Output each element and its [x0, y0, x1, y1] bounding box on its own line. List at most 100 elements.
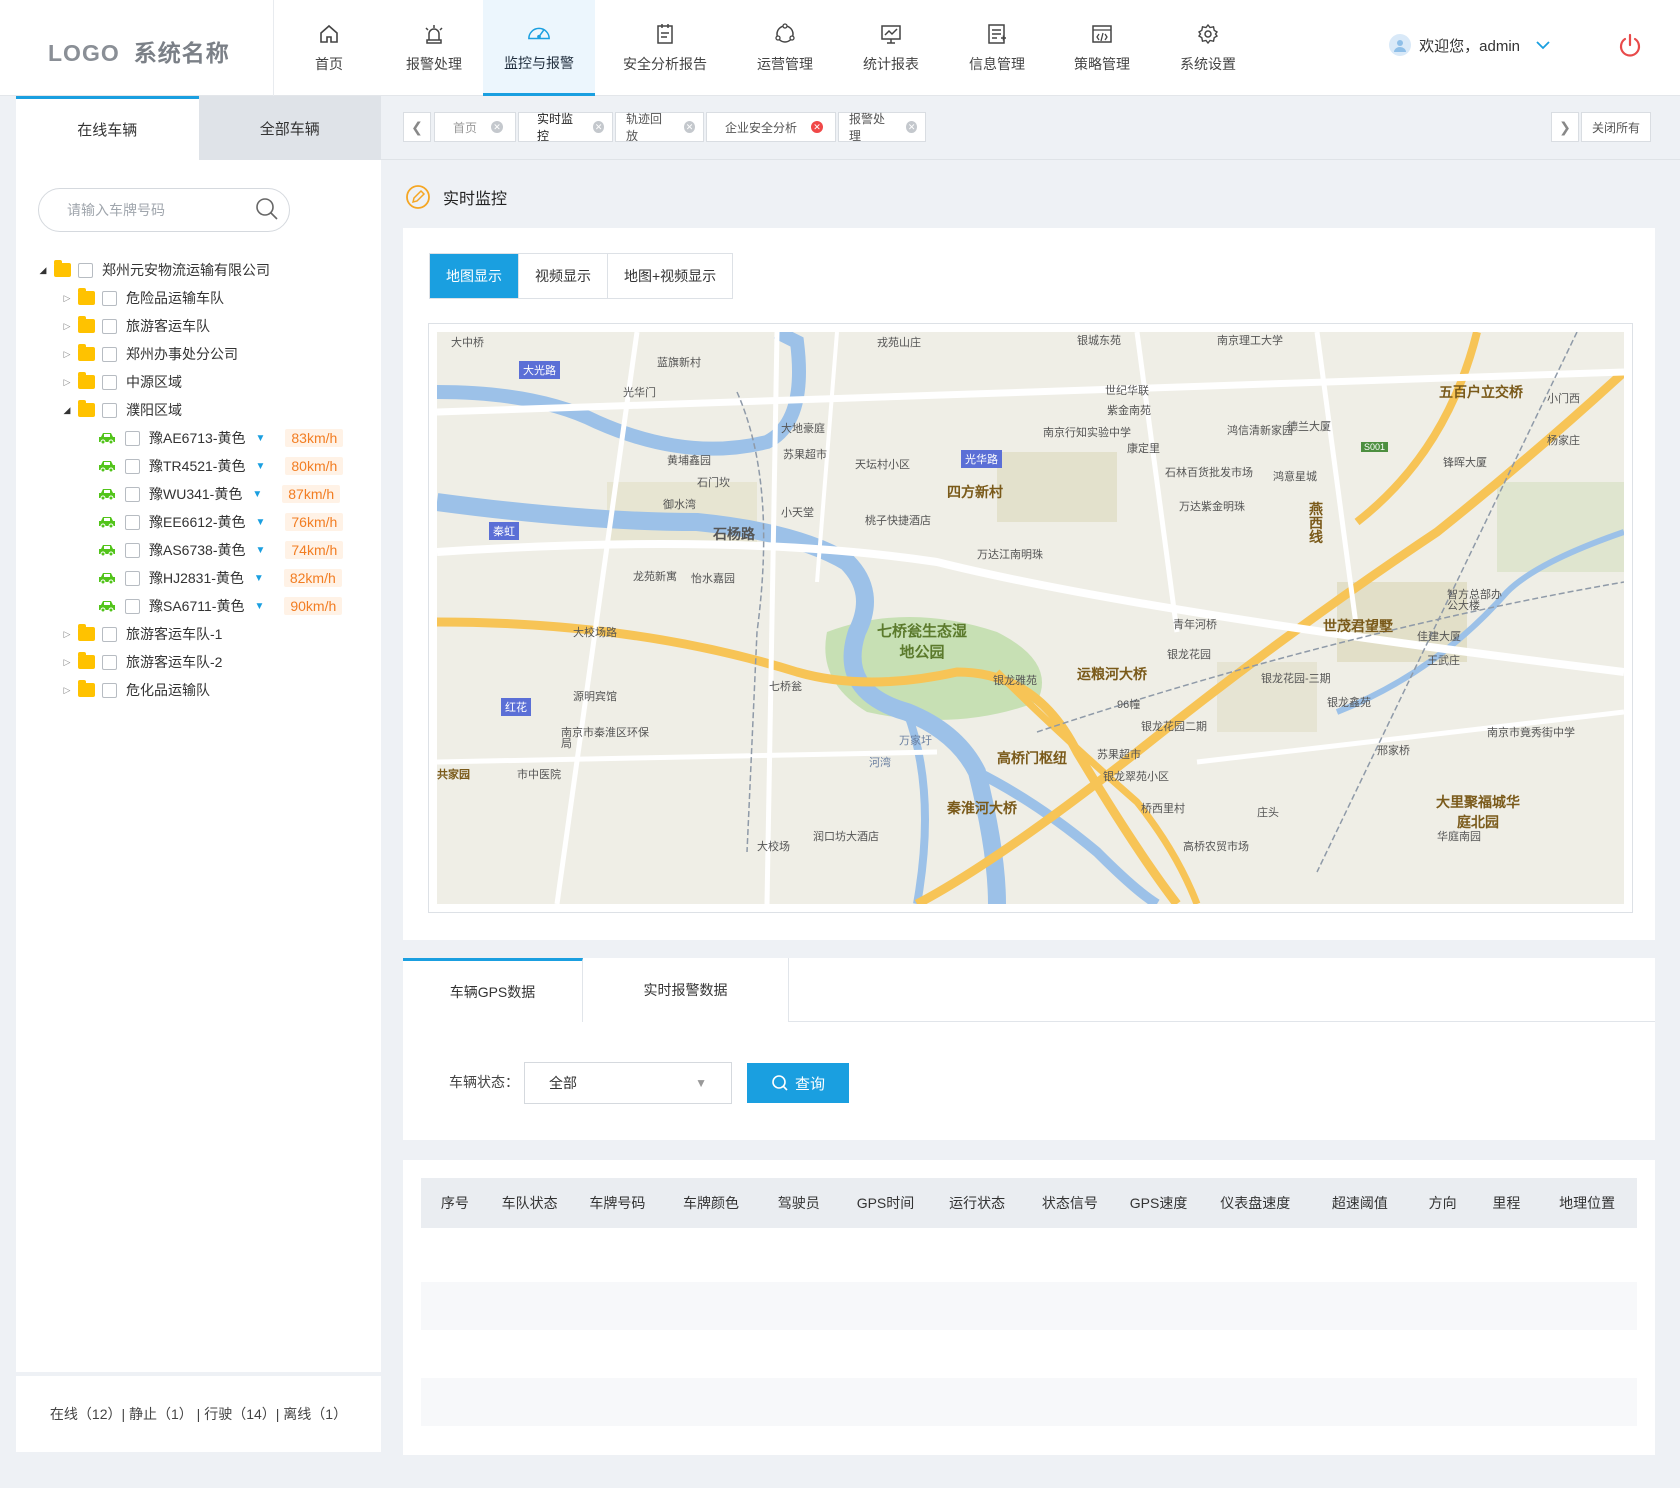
- column-header[interactable]: 超速阈值: [1310, 1193, 1410, 1213]
- column-header[interactable]: 仪表盘速度: [1200, 1193, 1310, 1213]
- column-header[interactable]: 驾驶员: [758, 1193, 840, 1213]
- nav-safety-report[interactable]: 安全分析报告: [595, 0, 735, 96]
- tree-checkbox[interactable]: [102, 374, 117, 390]
- column-header[interactable]: 里程: [1476, 1193, 1538, 1213]
- caret-down-icon[interactable]: ▼: [255, 545, 265, 556]
- page-tab-realtime[interactable]: 实时监控 ✕: [518, 112, 613, 143]
- caret-down-icon[interactable]: ▼: [255, 461, 265, 472]
- tree-checkbox[interactable]: [102, 290, 117, 306]
- caret-right-icon[interactable]: ▷: [60, 657, 74, 668]
- close-icon[interactable]: ✕: [684, 121, 695, 133]
- page-tab-alarm[interactable]: 报警处理 ✕: [838, 112, 926, 143]
- tree-checkbox[interactable]: [125, 486, 140, 502]
- vehicle-item[interactable]: 豫TR4521-黄色 ▼ 80km/h: [36, 452, 366, 480]
- power-icon[interactable]: [1616, 32, 1644, 60]
- tree-node[interactable]: ▷ 旅游客运车队-1: [36, 620, 366, 648]
- column-header[interactable]: 方向: [1410, 1193, 1476, 1213]
- tab-online-vehicles[interactable]: 在线车辆: [16, 96, 199, 160]
- caret-right-icon[interactable]: ▷: [60, 685, 74, 696]
- caret-down-icon[interactable]: ▼: [255, 433, 265, 444]
- tree-checkbox[interactable]: [102, 654, 117, 670]
- column-header[interactable]: 车牌号码: [571, 1193, 665, 1213]
- nav-info[interactable]: 信息管理: [947, 0, 1047, 96]
- close-all-button[interactable]: 关闭所有: [1581, 112, 1651, 142]
- column-header[interactable]: 运行状态: [931, 1193, 1023, 1213]
- tree-root[interactable]: ◢ 郑州元安物流运输有限公司: [36, 256, 366, 284]
- tree-checkbox[interactable]: [102, 402, 117, 418]
- tree-checkbox[interactable]: [125, 598, 140, 614]
- column-header[interactable]: 车队状态: [489, 1193, 571, 1213]
- tree-node[interactable]: ▷ 危化品运输队: [36, 676, 366, 704]
- column-header[interactable]: GPS速度: [1117, 1193, 1201, 1213]
- page-tab-safety[interactable]: 企业安全分析 ✕: [706, 112, 836, 142]
- caret-down-icon[interactable]: ▼: [255, 517, 265, 528]
- tree-checkbox[interactable]: [78, 262, 93, 278]
- tree-checkbox[interactable]: [102, 318, 117, 334]
- tree-checkbox[interactable]: [125, 570, 140, 586]
- table-row[interactable]: [421, 1282, 1637, 1330]
- brand-logo[interactable]: LOGO 系统名称: [48, 34, 230, 68]
- tree-node[interactable]: ▷ 郑州办事处分公司: [36, 340, 366, 368]
- caret-right-icon[interactable]: ▷: [60, 629, 74, 640]
- tabs-prev-button[interactable]: ❮: [403, 112, 431, 142]
- query-button[interactable]: 查询: [747, 1063, 849, 1103]
- caret-right-icon[interactable]: ▷: [60, 293, 74, 304]
- caret-down-icon[interactable]: ◢: [36, 265, 50, 276]
- vehicle-item[interactable]: 豫SA6711-黄色 ▼ 90km/h: [36, 592, 366, 620]
- tree-checkbox[interactable]: [125, 430, 140, 446]
- tree-checkbox[interactable]: [102, 626, 117, 642]
- vehicle-status-select[interactable]: 全部 ▼: [524, 1062, 732, 1104]
- vehicle-item[interactable]: 豫AS6738-黄色 ▼ 74km/h: [36, 536, 366, 564]
- page-tab-track[interactable]: 轨迹回放 ✕: [615, 112, 704, 143]
- map-canvas[interactable]: 大中桥 光华门 戎苑山庄 银城东苑 南京理工大学 五百户立交桥 小门西 大光路 …: [437, 332, 1624, 904]
- nav-home[interactable]: 首页: [273, 0, 385, 96]
- vehicle-item[interactable]: 豫EE6612-黄色 ▼ 76km/h: [36, 508, 366, 536]
- tree-node[interactable]: ◢ 濮阳区域: [36, 396, 366, 424]
- nav-alarm[interactable]: 报警处理: [385, 0, 483, 96]
- close-icon[interactable]: ✕: [811, 121, 824, 133]
- tree-checkbox[interactable]: [125, 514, 140, 530]
- close-icon[interactable]: ✕: [906, 121, 917, 133]
- vehicle-item[interactable]: 豫WU341-黄色 ▼ 87km/h: [36, 480, 366, 508]
- column-header[interactable]: GPS时间: [840, 1193, 932, 1213]
- close-icon[interactable]: ✕: [491, 121, 504, 133]
- caret-right-icon[interactable]: ▷: [60, 349, 74, 360]
- nav-operations[interactable]: 运营管理: [735, 0, 835, 96]
- tree-node[interactable]: ▷ 中源区域: [36, 368, 366, 396]
- tab-map-video-view[interactable]: 地图+视频显示: [607, 254, 732, 298]
- user-menu[interactable]: 欢迎您，admin: [1389, 34, 1550, 56]
- tabs-next-button[interactable]: ❯: [1551, 112, 1579, 142]
- page-tab-home[interactable]: 首页 ✕: [434, 112, 516, 142]
- tab-video-view[interactable]: 视频显示: [518, 254, 607, 298]
- column-header[interactable]: 序号: [421, 1193, 489, 1213]
- tree-node[interactable]: ▷ 危险品运输车队: [36, 284, 366, 312]
- tree-node[interactable]: ▷ 旅游客运车队: [36, 312, 366, 340]
- tree-checkbox[interactable]: [102, 346, 117, 362]
- tree-checkbox[interactable]: [102, 682, 117, 698]
- tab-map-view[interactable]: 地图显示: [430, 254, 518, 298]
- tab-all-vehicles[interactable]: 全部车辆: [199, 96, 382, 160]
- vehicle-item[interactable]: 豫AE6713-黄色 ▼ 83km/h: [36, 424, 366, 452]
- table-row[interactable]: [421, 1378, 1637, 1426]
- caret-right-icon[interactable]: ▷: [60, 377, 74, 388]
- column-header[interactable]: 状态信号: [1023, 1193, 1117, 1213]
- nav-statistics[interactable]: 统计报表: [835, 0, 947, 96]
- nav-monitor[interactable]: 监控与报警: [483, 0, 595, 96]
- caret-down-icon[interactable]: ▼: [252, 489, 262, 500]
- nav-settings[interactable]: 系统设置: [1157, 0, 1259, 96]
- nav-strategy[interactable]: 策略管理: [1047, 0, 1157, 96]
- caret-right-icon[interactable]: ▷: [60, 321, 74, 332]
- plate-search-input[interactable]: [67, 202, 255, 218]
- tree-node[interactable]: ▷ 旅游客运车队-2: [36, 648, 366, 676]
- tree-checkbox[interactable]: [125, 542, 140, 558]
- column-header[interactable]: 车牌颜色: [664, 1193, 758, 1213]
- vehicle-item[interactable]: 豫HJ2831-黄色 ▼ 82km/h: [36, 564, 366, 592]
- caret-down-icon[interactable]: ◢: [60, 405, 74, 416]
- tree-checkbox[interactable]: [125, 458, 140, 474]
- search-icon[interactable]: [255, 197, 279, 224]
- close-icon[interactable]: ✕: [593, 121, 604, 133]
- caret-down-icon[interactable]: ▼: [254, 573, 264, 584]
- tab-gps-data[interactable]: 车辆GPS数据: [403, 958, 583, 1022]
- tab-alarm-data[interactable]: 实时报警数据: [583, 958, 789, 1022]
- column-header[interactable]: 地理位置: [1537, 1193, 1637, 1213]
